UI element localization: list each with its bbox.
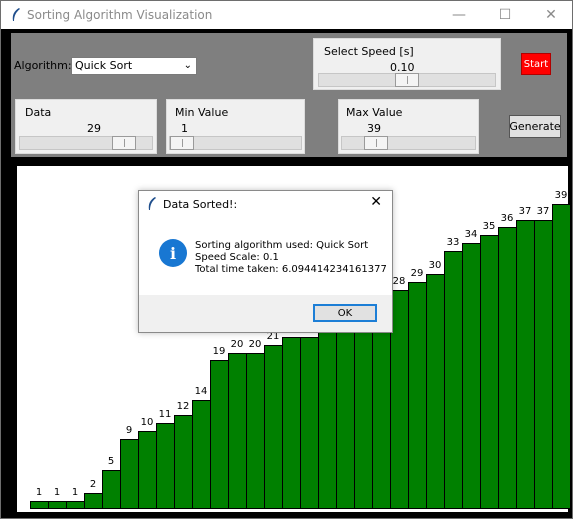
data-title: Data xyxy=(25,106,52,119)
data-slider-thumb[interactable] xyxy=(112,136,136,150)
maximize-button[interactable]: ☐ xyxy=(482,1,528,29)
ok-button[interactable]: OK xyxy=(313,304,377,322)
bar xyxy=(84,493,103,509)
data-slider[interactable] xyxy=(19,136,153,150)
algorithm-label: Algorithm: xyxy=(14,59,72,72)
max-panel: Max Value 39 xyxy=(338,99,479,154)
min-panel: Min Value 1 xyxy=(166,99,305,154)
bar xyxy=(264,345,283,509)
speed-title: Select Speed [s] xyxy=(324,45,414,58)
bar xyxy=(318,321,337,509)
bar xyxy=(534,220,553,509)
bar xyxy=(228,353,247,509)
min-title: Min Value xyxy=(175,106,229,119)
speed-panel: Select Speed [s] 0.10 xyxy=(313,38,501,90)
bar xyxy=(516,220,535,509)
dialog-title: Data Sorted!: xyxy=(163,198,238,211)
data-value: 29 xyxy=(87,122,101,135)
bar xyxy=(354,306,373,509)
min-slider-thumb[interactable] xyxy=(170,136,194,150)
feather-icon xyxy=(12,8,20,21)
generate-button[interactable]: Generate xyxy=(509,115,561,138)
max-value: 39 xyxy=(367,122,381,135)
bar xyxy=(246,353,265,509)
dialog-close-button[interactable]: ✕ xyxy=(370,194,382,210)
dialog-algorithm-line: Sorting algorithm used: Quick Sort xyxy=(195,240,369,251)
max-title: Max Value xyxy=(346,106,403,119)
chevron-down-icon: ⌄ xyxy=(183,60,192,71)
min-slider[interactable] xyxy=(169,136,302,150)
bar xyxy=(30,501,49,509)
close-button[interactable]: ✕ xyxy=(528,1,573,29)
start-button[interactable]: Start xyxy=(521,53,551,75)
bar xyxy=(156,423,175,509)
bar-label: 39 xyxy=(554,190,568,201)
bar xyxy=(66,501,85,509)
bar xyxy=(426,274,445,509)
bar xyxy=(498,227,517,509)
minimize-button[interactable]: — xyxy=(436,1,482,29)
dialog-speed-line: Speed Scale: 0.1 xyxy=(195,252,279,263)
max-slider-thumb[interactable] xyxy=(364,136,388,150)
bar xyxy=(282,337,301,509)
min-value: 1 xyxy=(181,122,188,135)
bar xyxy=(120,439,139,509)
bar xyxy=(174,415,193,509)
dialog-footer: OK xyxy=(139,295,392,332)
bar xyxy=(300,337,319,509)
sorted-dialog: Data Sorted!: ✕ i Sorting algorithm used… xyxy=(138,190,393,333)
bar xyxy=(138,431,157,509)
feather-icon xyxy=(148,197,156,210)
speed-slider-thumb[interactable] xyxy=(395,73,419,87)
bar xyxy=(192,400,211,509)
dialog-time-line: Total time taken: 6.094414234161377 xyxy=(195,264,387,275)
data-panel: Data 29 xyxy=(15,99,157,154)
bar xyxy=(336,313,355,509)
window-title: Sorting Algorithm Visualization xyxy=(27,8,213,22)
controls-panel: Algorithm: Quick Sort ⌄ Select Speed [s]… xyxy=(11,33,567,157)
app-window: Sorting Algorithm Visualization — ☐ ✕ Al… xyxy=(0,0,573,519)
bar xyxy=(48,501,67,509)
algorithm-value: Quick Sort xyxy=(75,59,133,72)
speed-slider[interactable] xyxy=(318,73,496,87)
algorithm-select[interactable]: Quick Sort ⌄ xyxy=(71,57,197,75)
title-bar: Sorting Algorithm Visualization — ☐ ✕ xyxy=(1,1,572,29)
bar xyxy=(480,235,499,509)
bar xyxy=(552,204,571,509)
bar xyxy=(444,251,463,509)
bar xyxy=(102,470,121,509)
max-slider[interactable] xyxy=(341,136,476,150)
bar xyxy=(210,360,229,509)
bar xyxy=(408,282,427,509)
bar xyxy=(462,243,481,509)
info-icon: i xyxy=(159,239,187,267)
